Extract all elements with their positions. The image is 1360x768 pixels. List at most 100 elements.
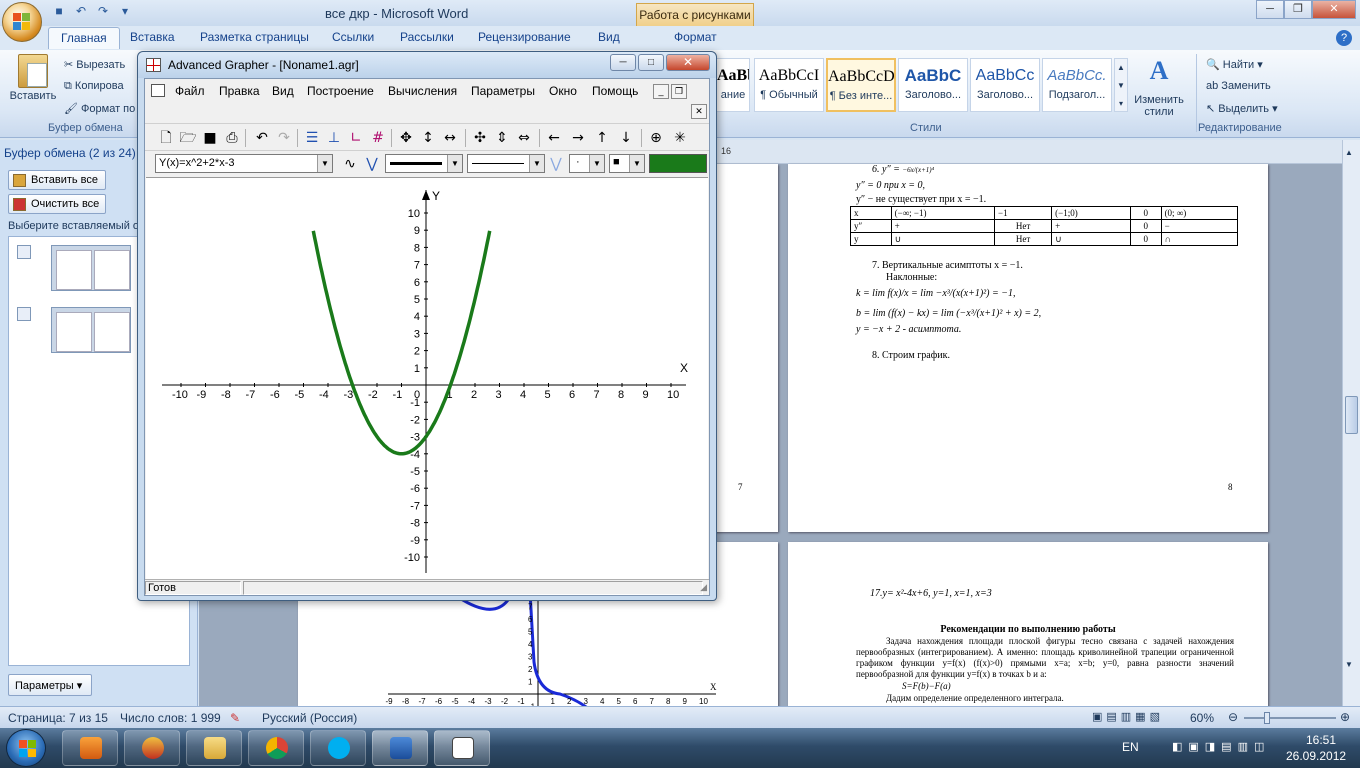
scroll-up-icon[interactable]: ↑ bbox=[593, 129, 611, 147]
tab-insert[interactable]: Вставка bbox=[130, 30, 175, 44]
format-painter-button[interactable]: 🖌 Формат по bbox=[64, 102, 135, 115]
styles-gallery-scroll[interactable]: ▲ ▼ ▾ bbox=[1114, 58, 1128, 112]
word-count[interactable]: Число слов: 1 999 bbox=[120, 711, 221, 725]
zoom-vertical-icon[interactable]: ⇕ bbox=[493, 129, 511, 147]
help-icon[interactable]: ? bbox=[1336, 30, 1352, 46]
stretch-horizontal-icon[interactable]: ↔ bbox=[441, 129, 459, 147]
function-select[interactable]: Y(x)=x^2+2*x-3 ▼ bbox=[155, 154, 333, 173]
scroll-down-icon[interactable]: ▼ bbox=[1345, 660, 1353, 669]
replace-button[interactable]: ab Заменить bbox=[1206, 80, 1271, 92]
center-origin-icon[interactable]: ⊕ bbox=[647, 129, 665, 147]
marker-style-select[interactable]: ■ ▼ bbox=[609, 154, 645, 173]
save-icon[interactable]: ■ bbox=[50, 4, 68, 20]
clock-time[interactable]: 16:51 bbox=[1306, 733, 1336, 747]
grid-icon[interactable]: # bbox=[369, 129, 387, 147]
undo-icon[interactable]: ↶ bbox=[72, 4, 90, 20]
tab-page-layout[interactable]: Разметка страницы bbox=[200, 30, 309, 44]
document-icon[interactable] bbox=[151, 84, 165, 97]
grapher-maximize-button[interactable]: □ bbox=[638, 54, 664, 71]
language-indicator[interactable]: Русский (Россия) bbox=[262, 711, 357, 725]
scroll-down-icon[interactable]: ↓ bbox=[617, 129, 635, 147]
style-item[interactable]: AaBbC ание bbox=[716, 58, 750, 112]
redo-icon[interactable]: ↷ bbox=[275, 129, 293, 147]
zoom-slider[interactable] bbox=[1244, 717, 1336, 719]
menu-file[interactable]: Файл bbox=[175, 84, 205, 98]
taskbar-skype[interactable] bbox=[310, 730, 366, 766]
clock-date[interactable]: 26.09.2012 bbox=[1286, 749, 1346, 763]
scroll-right-icon[interactable]: → bbox=[569, 129, 587, 147]
tab-mailings[interactable]: Рассылки bbox=[400, 30, 454, 44]
menu-build[interactable]: Построение bbox=[307, 84, 374, 98]
mdi-minimize-button[interactable]: _ bbox=[653, 84, 669, 99]
vertical-scrollbar[interactable]: ▲ ▼ bbox=[1342, 140, 1360, 706]
move-icon[interactable]: ✥ bbox=[397, 129, 415, 147]
menu-calculations[interactable]: Вычисления bbox=[388, 84, 457, 98]
tab-review[interactable]: Рецензирование bbox=[478, 30, 571, 44]
find-button[interactable]: 🔍 Найти ▾ bbox=[1206, 58, 1263, 71]
page-count[interactable]: Страница: 7 из 15 bbox=[8, 711, 108, 725]
start-button[interactable] bbox=[6, 729, 46, 767]
close-button[interactable]: ✕ bbox=[1312, 0, 1356, 19]
clipboard-item[interactable] bbox=[51, 245, 131, 291]
tab-view[interactable]: Вид bbox=[598, 30, 620, 44]
mdi-restore-button[interactable]: ❐ bbox=[671, 84, 687, 99]
tray-icons[interactable]: ◧▣◨▤▥◫ bbox=[1172, 740, 1270, 753]
taskbar-advanced-grapher[interactable] bbox=[434, 730, 490, 766]
scroll-left-icon[interactable]: ← bbox=[545, 129, 563, 147]
copy-button[interactable]: ⧉ Копирова bbox=[64, 80, 124, 93]
open-file-icon[interactable]: 🗁 bbox=[179, 129, 197, 147]
fit-view-icon[interactable]: ✳ bbox=[671, 129, 689, 147]
scroll-thumb[interactable] bbox=[1345, 396, 1358, 434]
taskbar-chrome[interactable] bbox=[248, 730, 304, 766]
zoom-horizontal-icon[interactable]: ⇔ bbox=[515, 129, 533, 147]
graph-color-swatch[interactable] bbox=[649, 154, 707, 173]
new-file-icon[interactable]: 🗋 bbox=[157, 129, 175, 147]
scroll-up-icon[interactable]: ▲ bbox=[1345, 148, 1353, 157]
clipboard-item[interactable] bbox=[51, 307, 131, 353]
paste-button[interactable]: Вставить bbox=[8, 54, 58, 102]
save-file-icon[interactable]: ■ bbox=[201, 129, 219, 147]
zoom-in-all-icon[interactable]: ✣ bbox=[471, 129, 489, 147]
zoom-in-icon[interactable]: ⊕ bbox=[1340, 710, 1350, 724]
grapher-title-bar[interactable]: Advanced Grapher - [Noname1.agr] ─ □ ✕ bbox=[138, 52, 716, 78]
taskbar-word[interactable] bbox=[372, 730, 428, 766]
grapher-minimize-button[interactable]: ─ bbox=[610, 54, 636, 71]
menu-view[interactable]: Вид bbox=[272, 84, 294, 98]
options-button[interactable]: Параметры ▾ bbox=[8, 674, 92, 696]
input-language[interactable]: EN bbox=[1122, 740, 1139, 754]
cut-button[interactable]: ✂ Вырезать bbox=[64, 58, 125, 71]
paste-all-button[interactable]: Вставить все bbox=[8, 170, 106, 190]
resize-grip-icon[interactable]: ◢ bbox=[700, 582, 707, 593]
graph-type-icon[interactable]: ⋁ bbox=[363, 155, 381, 173]
line-width-select[interactable]: ▼ bbox=[385, 154, 463, 173]
style-item[interactable]: AaBbCc. Подзагол... bbox=[1042, 58, 1112, 112]
clear-all-button[interactable]: Очистить все bbox=[8, 194, 106, 214]
qat-customize-icon[interactable]: ▾ bbox=[116, 4, 134, 20]
minimize-button[interactable]: ─ bbox=[1256, 0, 1284, 19]
taskbar-app-m[interactable] bbox=[124, 730, 180, 766]
mdi-close-button[interactable]: ✕ bbox=[691, 104, 707, 119]
restore-button[interactable]: ❐ bbox=[1284, 0, 1312, 19]
document-page[interactable]: 6. y″ = −6x/(x+1)⁴ y″ = 0 при x = 0, y″ … bbox=[788, 164, 1268, 532]
marker-size-select[interactable]: · ▼ bbox=[569, 154, 605, 173]
stretch-vertical-icon[interactable]: ↕ bbox=[419, 129, 437, 147]
document-page[interactable]: 17.y= x²-4x+6, y=1, x=1, x=3 Рекомендаци… bbox=[788, 542, 1268, 706]
line-style-select[interactable]: ▼ bbox=[467, 154, 545, 173]
axes-properties-icon[interactable]: ⊥ bbox=[325, 129, 343, 147]
style-item[interactable]: AaBbCc Заголово... bbox=[970, 58, 1040, 112]
tab-format[interactable]: Формат bbox=[674, 30, 717, 44]
style-item[interactable]: AaBbC Заголово... bbox=[898, 58, 968, 112]
zoom-level[interactable]: 60% bbox=[1190, 711, 1214, 725]
style-item-selected[interactable]: AaBbCcDc ¶ Без инте... bbox=[826, 58, 896, 112]
function-graph[interactable]: Y X -10 -9 -8 -7 -6 -5 -4 -3 -2 -1 0 1 2 3 4 5 6 7 8 9 10 10 9 8 7… bbox=[146, 178, 708, 580]
select-button[interactable]: ↖ Выделить ▾ bbox=[1206, 102, 1278, 115]
taskbar-explorer[interactable] bbox=[186, 730, 242, 766]
taskbar-media-player[interactable] bbox=[62, 730, 118, 766]
style-item[interactable]: AaBbCcI ¶ Обычный bbox=[754, 58, 824, 112]
zoom-slider-thumb[interactable] bbox=[1264, 712, 1270, 724]
view-buttons[interactable]: ▣▤▥▦▧ bbox=[1092, 710, 1164, 723]
menu-edit[interactable]: Правка bbox=[219, 84, 260, 98]
redo-icon[interactable]: ↷ bbox=[94, 4, 112, 20]
tab-references[interactable]: Ссылки bbox=[332, 30, 374, 44]
undo-icon[interactable]: ↶ bbox=[253, 129, 271, 147]
